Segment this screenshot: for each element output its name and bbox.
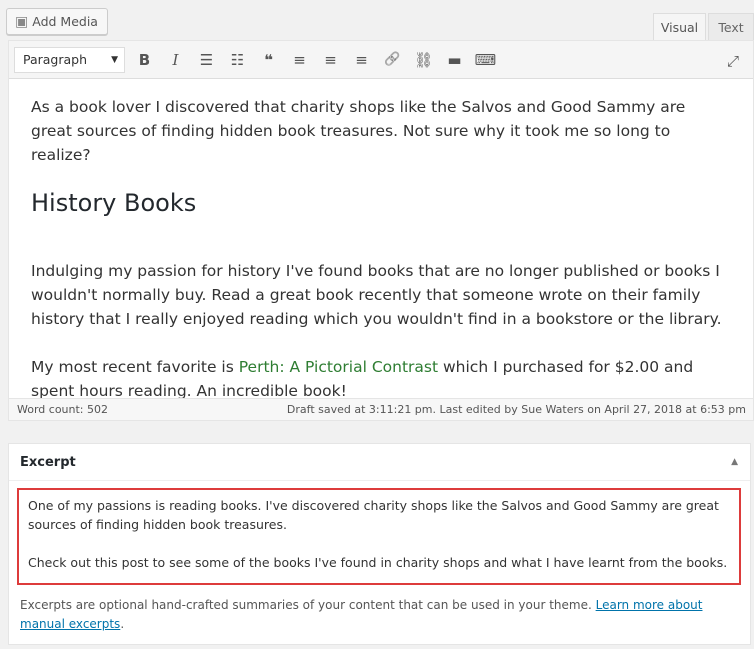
read-more-icon[interactable]: ▬ bbox=[439, 46, 470, 74]
editor-toolbar: Paragraph ▼ B I ☰ ☷ ❝ ≡ ≡ ≡ 🔗 ⛓ ▬ ⌨ ⤢ bbox=[9, 41, 753, 79]
unlink-icon[interactable]: ⛓ bbox=[408, 46, 439, 74]
link-icon[interactable]: 🔗 bbox=[377, 46, 408, 74]
post-editor: Paragraph ▼ B I ☰ ☷ ❝ ≡ ≡ ≡ 🔗 ⛓ ▬ ⌨ ⤢ As … bbox=[8, 40, 754, 421]
excerpt-help: Excerpts are optional hand-crafted summa… bbox=[20, 598, 703, 631]
format-select[interactable]: Paragraph ▼ bbox=[14, 46, 125, 73]
media-icon: ▣ bbox=[15, 13, 29, 30]
bullet-list-icon[interactable]: ☰ bbox=[191, 46, 222, 74]
paragraph: Indulging my passion for history I've fo… bbox=[31, 262, 722, 328]
tab-text[interactable]: Text bbox=[708, 13, 754, 41]
blockquote-icon[interactable]: ❝ bbox=[253, 46, 284, 74]
paragraph: As a book lover I discovered that charit… bbox=[31, 98, 686, 164]
word-count: Word count: 502 bbox=[17, 403, 109, 416]
paragraph: My most recent favorite is Perth: A Pict… bbox=[31, 358, 694, 399]
editor-content[interactable]: As a book lover I discovered that charit… bbox=[9, 79, 753, 399]
add-media-button[interactable]: ▣ Add Media bbox=[6, 8, 108, 35]
fullscreen-icon[interactable]: ⤢ bbox=[721, 47, 745, 75]
excerpt-textarea[interactable]: One of my passions is reading books. I'v… bbox=[17, 488, 741, 585]
collapse-arrow-icon[interactable]: ▲ bbox=[731, 457, 738, 467]
book-link[interactable]: Perth: A Pictorial Contrast bbox=[239, 358, 438, 376]
excerpt-box: Excerpt ▲ One of my passions is reading … bbox=[8, 443, 751, 645]
align-left-icon[interactable]: ≡ bbox=[284, 46, 315, 74]
italic-icon[interactable]: I bbox=[160, 46, 191, 74]
align-right-icon[interactable]: ≡ bbox=[346, 46, 377, 74]
bold-icon[interactable]: B bbox=[129, 46, 160, 74]
numbered-list-icon[interactable]: ☷ bbox=[222, 46, 253, 74]
status-bar: Word count: 502 Draft saved at 3:11:21 p… bbox=[9, 398, 753, 420]
toolbar-toggle-icon[interactable]: ⌨ bbox=[470, 46, 501, 74]
align-center-icon[interactable]: ≡ bbox=[315, 46, 346, 74]
heading: History Books bbox=[31, 189, 197, 217]
tab-visual[interactable]: Visual bbox=[653, 13, 706, 41]
chevron-down-icon: ▼ bbox=[111, 54, 118, 65]
excerpt-header[interactable]: Excerpt ▲ bbox=[9, 444, 750, 481]
excerpt-title: Excerpt bbox=[20, 454, 76, 470]
autosave-status: Draft saved at 3:11:21 pm. Last edited b… bbox=[286, 403, 746, 416]
